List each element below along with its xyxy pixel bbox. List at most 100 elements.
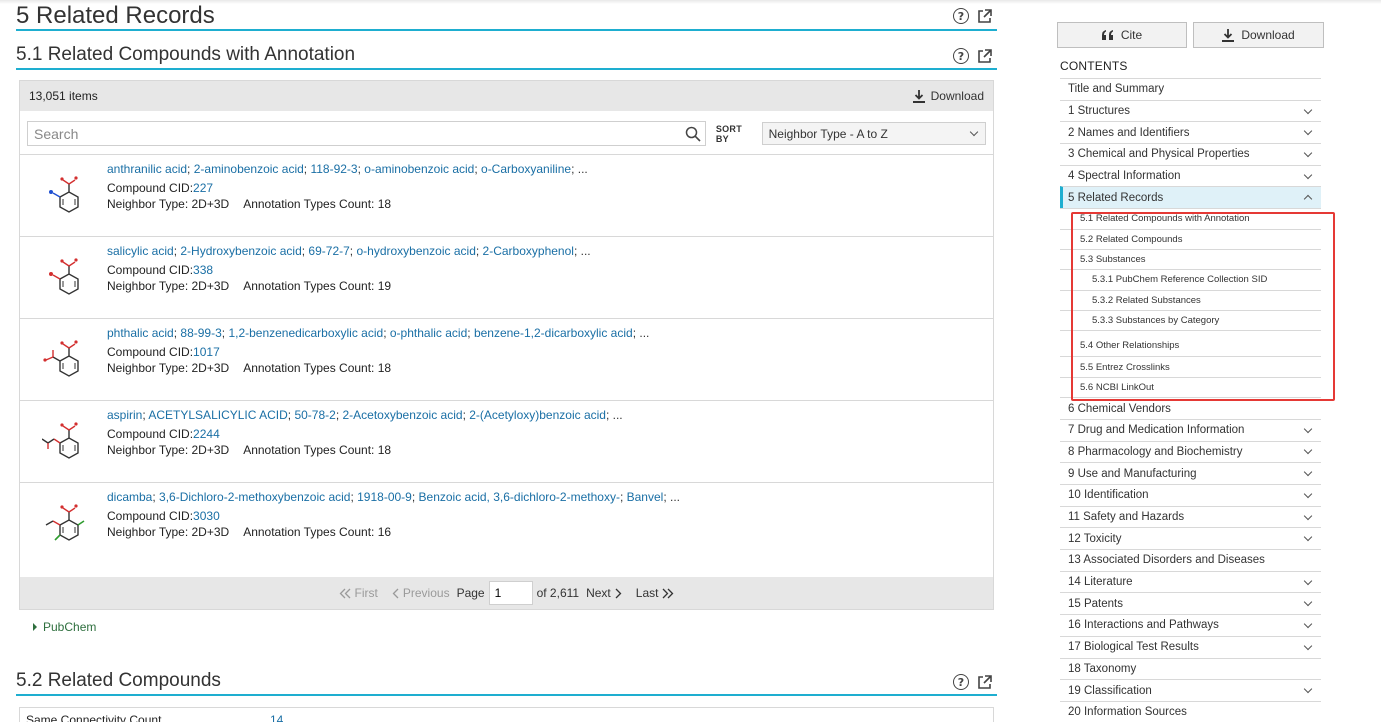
- page-number-input[interactable]: [488, 581, 533, 605]
- search-input[interactable]: Search: [27, 121, 706, 146]
- compound-name-link[interactable]: o-aminobenzoic acid: [364, 162, 474, 176]
- structure-thumbnail[interactable]: [42, 337, 82, 381]
- toc-item[interactable]: 9 Use and Manufacturing: [1060, 462, 1321, 484]
- chevron-up-icon[interactable]: [1303, 195, 1313, 204]
- toc-item[interactable]: 4 Spectral Information: [1060, 164, 1321, 187]
- last-page-button[interactable]: Last: [636, 586, 675, 600]
- cid-link[interactable]: 3030: [193, 509, 220, 523]
- toc-item[interactable]: 3 Chemical and Physical Properties: [1060, 143, 1321, 165]
- compound-name-link[interactable]: aspirin: [107, 408, 142, 422]
- compound-name-link[interactable]: ACETYLSALICYLIC ACID: [148, 408, 287, 422]
- cid-link[interactable]: 227: [193, 181, 213, 195]
- chevron-down-icon[interactable]: [1303, 489, 1313, 499]
- toc-item[interactable]: 1 Structures: [1060, 99, 1321, 122]
- compound-cid: Compound CID:1017: [107, 345, 220, 359]
- sidebar-download-button[interactable]: Download: [1193, 22, 1324, 48]
- chevron-down-icon[interactable]: [1303, 170, 1313, 179]
- chevron-down-icon[interactable]: [1303, 641, 1313, 650]
- external-link-icon[interactable]: [977, 674, 992, 690]
- compound-name-link[interactable]: 2-Hydroxybenzoic acid: [180, 244, 301, 258]
- cite-button[interactable]: Cite: [1057, 22, 1187, 48]
- first-page-button[interactable]: First: [339, 586, 378, 600]
- compound-name-link[interactable]: 3,6-Dichloro-2-methoxybenzoic acid: [159, 490, 350, 504]
- sort-select[interactable]: Neighbor Type - A to Z: [761, 122, 986, 145]
- chevron-down-icon[interactable]: [1303, 532, 1313, 542]
- toc-item[interactable]: 13 Associated Disorders and Diseases: [1060, 549, 1321, 571]
- same-connectivity-row: Same Connectivity Count 14: [19, 707, 994, 722]
- compound-name-link[interactable]: benzene-1,2-dicarboxylic acid: [474, 326, 633, 340]
- structure-thumbnail[interactable]: [42, 255, 82, 299]
- previous-page-button[interactable]: Previous: [392, 586, 450, 600]
- compound-name-link[interactable]: 2-Carboxyphenol: [483, 244, 574, 258]
- chevron-down-icon[interactable]: [1303, 684, 1313, 694]
- same-connectivity-value[interactable]: 14: [270, 713, 283, 722]
- chevron-down-icon[interactable]: [1303, 446, 1313, 455]
- toc-item[interactable]: 5 Related Records: [1060, 186, 1321, 209]
- toc-item[interactable]: 16 Interactions and Pathways: [1060, 614, 1321, 636]
- compound-name-link[interactable]: phthalic acid: [107, 326, 174, 340]
- download-link[interactable]: Download: [912, 89, 984, 103]
- toc-item[interactable]: 10 Identification: [1060, 484, 1321, 506]
- toc-item[interactable]: 2 Names and Identifiers: [1060, 121, 1321, 143]
- external-link-icon[interactable]: [977, 8, 992, 24]
- help-icon[interactable]: ?: [953, 8, 969, 24]
- toc-item[interactable]: 14 Literature: [1060, 570, 1321, 593]
- toc-item[interactable]: 15 Patents: [1060, 592, 1321, 614]
- external-link-icon[interactable]: [977, 48, 992, 64]
- toc-item[interactable]: 7 Drug and Medication Information: [1060, 418, 1321, 441]
- toc-item[interactable]: 19 Classification: [1060, 679, 1321, 701]
- chevron-down-icon[interactable]: [1303, 148, 1313, 158]
- help-icon[interactable]: ?: [953, 674, 969, 690]
- chevron-down-icon[interactable]: [1303, 105, 1313, 114]
- cid-link[interactable]: 1017: [193, 345, 220, 359]
- chevron-down-icon[interactable]: [1303, 576, 1313, 585]
- pubchem-source-link[interactable]: PubChem: [33, 620, 96, 634]
- structure-thumbnail[interactable]: [41, 419, 82, 463]
- chevron-down-icon[interactable]: [1303, 619, 1313, 629]
- section-5-2-title: 5.2 Related Compounds: [16, 670, 221, 691]
- toc-item[interactable]: 18 Taxonomy: [1060, 657, 1321, 680]
- compound-name-link[interactable]: 69-72-7: [308, 244, 349, 258]
- toc-item-label: 1 Structures: [1068, 105, 1130, 118]
- compound-name-link[interactable]: o-phthalic acid: [390, 326, 467, 340]
- compound-name-link[interactable]: 2-(Acetyloxy)benzoic acid: [469, 408, 606, 422]
- compound-name-link[interactable]: o-hydroxybenzoic acid: [356, 244, 475, 258]
- compound-name-link[interactable]: anthranilic acid: [107, 162, 187, 176]
- compound-name-link[interactable]: 1918-00-9: [357, 490, 412, 504]
- toc-item[interactable]: 12 Toxicity: [1060, 527, 1321, 549]
- structure-thumbnail[interactable]: [42, 501, 85, 545]
- toc-item[interactable]: 20 Information Sources: [1060, 700, 1321, 722]
- compound-name-link[interactable]: 50-78-2: [294, 408, 335, 422]
- toc-item[interactable]: 8 Pharmacology and Biochemistry: [1060, 440, 1321, 463]
- compound-name-link[interactable]: Banvel: [627, 490, 664, 504]
- cid-link[interactable]: 338: [193, 263, 213, 277]
- compound-name-link[interactable]: salicylic acid: [107, 244, 174, 258]
- last-label: Last: [635, 586, 659, 600]
- compound-name-link[interactable]: 1,2-benzenedicarboxylic acid: [228, 326, 383, 340]
- toc-item-label: 14 Literature: [1068, 576, 1133, 589]
- help-icon[interactable]: ?: [953, 48, 969, 64]
- toc-item[interactable]: Title and Summary: [1060, 78, 1321, 100]
- next-page-button[interactable]: Next: [586, 586, 622, 600]
- chevron-down-icon[interactable]: [1303, 511, 1313, 520]
- cid-label: Compound CID:: [107, 345, 194, 359]
- compound-name-link[interactable]: 88-99-3: [180, 326, 221, 340]
- compound-names: phthalic acid; 88-99-3; 1,2-benzenedicar…: [107, 326, 650, 340]
- cid-link[interactable]: 2244: [193, 427, 220, 441]
- chevron-down-icon[interactable]: [1303, 467, 1313, 477]
- chevron-down-icon[interactable]: [1303, 598, 1313, 607]
- chevron-down-icon[interactable]: [1303, 126, 1313, 136]
- compound-name-link[interactable]: 2-Acetoxybenzoic acid: [342, 408, 462, 422]
- toc-item[interactable]: 17 Biological Test Results: [1060, 635, 1321, 658]
- previous-label: Previous: [402, 586, 450, 600]
- compound-name-link[interactable]: o-Carboxyaniline: [481, 162, 571, 176]
- structure-thumbnail[interactable]: [42, 173, 82, 217]
- toc-item[interactable]: 11 Safety and Hazards: [1060, 505, 1321, 528]
- compound-name-link[interactable]: 2-aminobenzoic acid: [194, 162, 304, 176]
- compound-record: dicamba; 3,6-Dichloro-2-methoxybenzoic a…: [20, 482, 993, 564]
- compound-name-link[interactable]: 118-92-3: [310, 162, 357, 176]
- toc-item-label: 5 Related Records: [1068, 191, 1164, 204]
- chevron-down-icon[interactable]: [1303, 424, 1313, 434]
- compound-name-link[interactable]: dicamba: [107, 490, 152, 504]
- compound-name-link[interactable]: Benzoic acid, 3,6-dichloro-2-methoxy-: [419, 490, 620, 504]
